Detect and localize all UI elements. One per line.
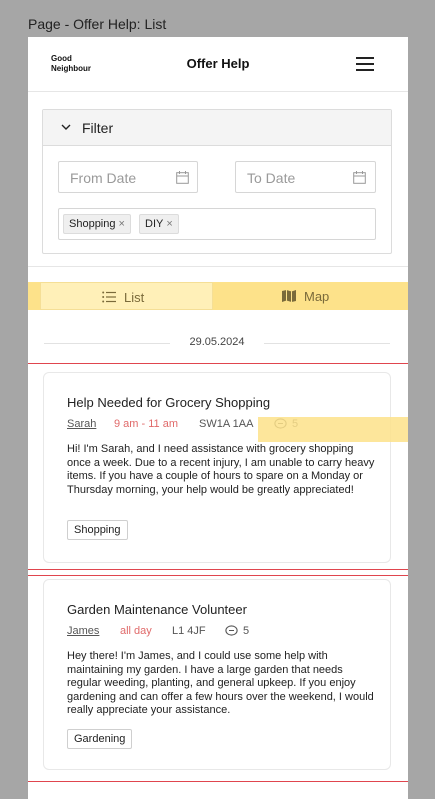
post-description: Hi! I'm Sarah, and I need assistance wit… xyxy=(67,443,375,496)
tag-filter-input[interactable]: Shopping × DIY × xyxy=(58,208,376,240)
app-screen: Good Neighbour Offer Help Filter From Da… xyxy=(28,37,408,799)
to-date-placeholder: To Date xyxy=(247,170,296,186)
page-title: Offer Help xyxy=(186,56,250,71)
post-author-link[interactable]: Sarah xyxy=(67,418,96,430)
post-description: Hey there! I'm James, and I could use so… xyxy=(67,650,374,717)
filter-section: Filter From Date To Date Shopping × DIY … xyxy=(28,92,408,267)
filter-toggle[interactable]: Filter xyxy=(43,110,391,146)
remove-tag-icon[interactable]: × xyxy=(166,218,172,230)
calendar-icon[interactable] xyxy=(176,171,189,184)
post-card[interactable]: Garden Maintenance Volunteer James all d… xyxy=(43,579,391,770)
comment-icon xyxy=(225,625,238,636)
divider-line xyxy=(44,343,170,344)
comments-highlight-overlay xyxy=(258,417,408,442)
date-divider-label: 29.05.2024 xyxy=(189,336,245,348)
filter-title: Filter xyxy=(82,120,114,136)
tag-chip-shopping: Shopping × xyxy=(63,214,131,234)
post-time: 9 am - 11 am xyxy=(114,418,178,430)
post-tag: Shopping xyxy=(67,520,128,540)
post-card[interactable]: Help Needed for Grocery Shopping Sarah 9… xyxy=(43,372,391,563)
from-date-placeholder: From Date xyxy=(70,170,137,186)
divider-line xyxy=(264,343,390,344)
to-date-input[interactable]: To Date xyxy=(235,161,376,193)
map-icon xyxy=(282,290,296,302)
post-time: all day xyxy=(120,625,152,637)
post-author-link[interactable]: James xyxy=(67,625,99,637)
tag-chip-label: DIY xyxy=(145,218,164,230)
tab-map-label: Map xyxy=(304,289,330,304)
post-title: Help Needed for Grocery Shopping xyxy=(67,395,271,410)
view-tabs: List Map xyxy=(28,282,408,310)
tag-chip-diy: DIY × xyxy=(139,214,179,234)
post-comment-count[interactable]: 5 xyxy=(243,625,249,637)
post-meta: James all day L1 4JF 5 xyxy=(67,625,387,639)
app-header: Good Neighbour Offer Help xyxy=(28,37,408,92)
post-tag: Gardening xyxy=(67,729,133,749)
date-divider: 29.05.2024 xyxy=(44,335,390,351)
page-label: Page - Offer Help: List xyxy=(28,16,167,32)
tab-map[interactable]: Map xyxy=(213,282,408,310)
remove-tag-icon[interactable]: × xyxy=(119,218,125,230)
post-title: Garden Maintenance Volunteer xyxy=(67,602,247,617)
chevron-down-icon xyxy=(61,124,71,130)
hamburger-menu-icon[interactable] xyxy=(356,57,374,71)
calendar-icon[interactable] xyxy=(353,171,366,184)
post-postcode: L1 4JF xyxy=(172,625,206,637)
tab-list[interactable]: List xyxy=(40,282,213,310)
tab-list-label: List xyxy=(124,290,145,305)
list-icon xyxy=(102,291,116,303)
post-postcode: SW1A 1AA xyxy=(199,418,254,430)
filter-panel: Filter From Date To Date Shopping × DIY … xyxy=(42,109,392,254)
from-date-input[interactable]: From Date xyxy=(58,161,198,193)
tag-chip-label: Shopping xyxy=(69,218,116,230)
